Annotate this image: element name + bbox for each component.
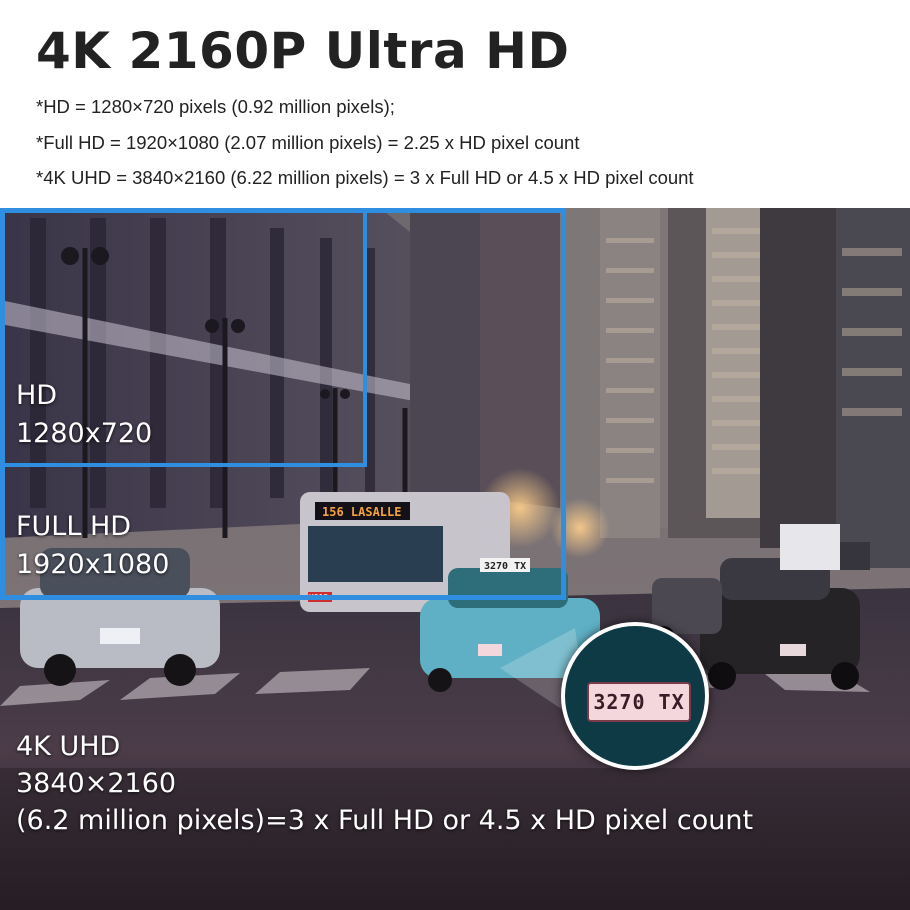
hd-resolution: 1280x720 <box>16 418 153 449</box>
zoomed-license-plate: 3270 TX <box>587 682 691 722</box>
full-hd-name: FULL HD <box>16 511 132 542</box>
uhd-detail: (6.2 million pixels)=3 x Full HD or 4.5 … <box>16 805 754 836</box>
full-hd-resolution: 1920x1080 <box>16 549 170 580</box>
hd-label: HD 1280x720 <box>16 377 152 453</box>
full-hd-spec-note: *Full HD = 1920×1080 (2.07 million pixel… <box>36 132 580 153</box>
uhd-resolution: 3840×2160 <box>16 768 177 799</box>
full-hd-label: FULL HD 1920x1080 <box>16 508 169 584</box>
hd-spec-note: *HD = 1280×720 pixels (0.92 million pixe… <box>36 96 395 117</box>
license-plate-zoom: 3270 TX <box>561 622 709 770</box>
page-title: 4K 2160P Ultra HD <box>36 22 570 80</box>
uhd-spec-note: *4K UHD = 3840×2160 (6.22 million pixels… <box>36 167 694 188</box>
hd-name: HD <box>16 380 58 411</box>
